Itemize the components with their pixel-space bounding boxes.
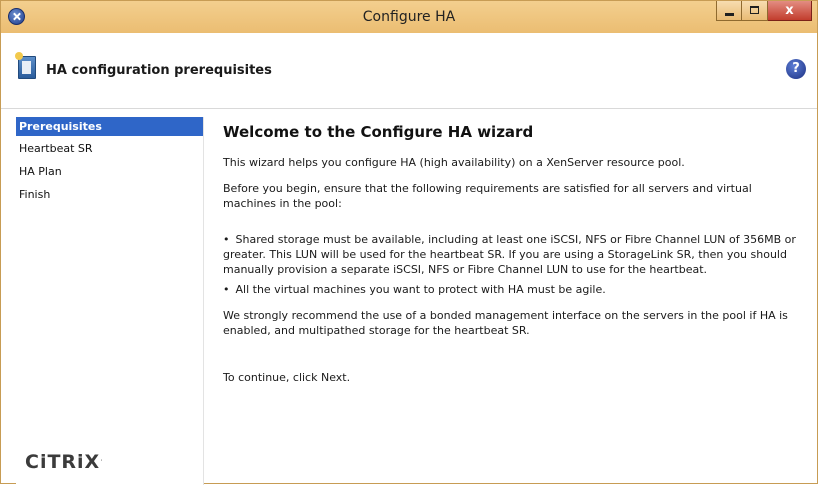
wizard-content: Welcome to the Configure HA wizard This … xyxy=(223,117,808,384)
step-heartbeat-sr[interactable]: Heartbeat SR xyxy=(16,139,203,162)
minimize-icon xyxy=(725,13,734,16)
requirement-shared-storage: • Shared storage must be available, inclu… xyxy=(223,232,808,277)
bullet-glyph: • xyxy=(223,283,230,296)
maximize-icon xyxy=(750,6,759,14)
configure-ha-window: Configure HA x HA configuration prerequi… xyxy=(0,0,818,485)
help-icon[interactable]: ? xyxy=(786,59,806,79)
title-bar[interactable]: Configure HA x xyxy=(1,1,817,33)
wizard-header: HA configuration prerequisites ? xyxy=(1,33,817,109)
step-prerequisites[interactable]: Prerequisites xyxy=(16,117,203,136)
continue-text: To continue, click Next. xyxy=(223,371,351,384)
page-title: HA configuration prerequisites xyxy=(46,63,272,78)
citrix-logo: CiTRiX. xyxy=(25,451,103,473)
steps-list: Prerequisites Heartbeat SR HA Plan Finis… xyxy=(16,117,203,208)
step-ha-plan[interactable]: HA Plan xyxy=(16,162,203,185)
window-title: Configure HA xyxy=(362,9,456,25)
minimize-button[interactable] xyxy=(716,1,742,21)
requirement-shared-storage-text: Shared storage must be available, includ… xyxy=(223,233,796,276)
before-begin-text: Before you begin, ensure that the follow… xyxy=(223,182,752,210)
close-button[interactable]: x xyxy=(768,1,812,21)
requirement-agile-vms: • All the virtual machines you want to pr… xyxy=(223,282,606,297)
citrix-logo-mark: . xyxy=(100,454,104,463)
close-icon: x xyxy=(785,3,794,18)
intro-text: This wizard helps you configure HA (high… xyxy=(223,156,685,169)
bullet-glyph: • xyxy=(223,233,230,246)
citrix-logo-text: CiTRiX xyxy=(25,451,101,473)
wizard-page-icon xyxy=(15,52,36,79)
maximize-button[interactable] xyxy=(742,1,768,21)
window-controls: x xyxy=(716,1,812,23)
step-finish[interactable]: Finish xyxy=(16,185,203,208)
wizard-steps-sidebar: Prerequisites Heartbeat SR HA Plan Finis… xyxy=(16,117,204,485)
recommendation-text: We strongly recommend the use of a bonde… xyxy=(223,309,788,337)
requirement-agile-vms-text: All the virtual machines you want to pro… xyxy=(235,283,606,296)
welcome-heading: Welcome to the Configure HA wizard xyxy=(223,123,534,141)
